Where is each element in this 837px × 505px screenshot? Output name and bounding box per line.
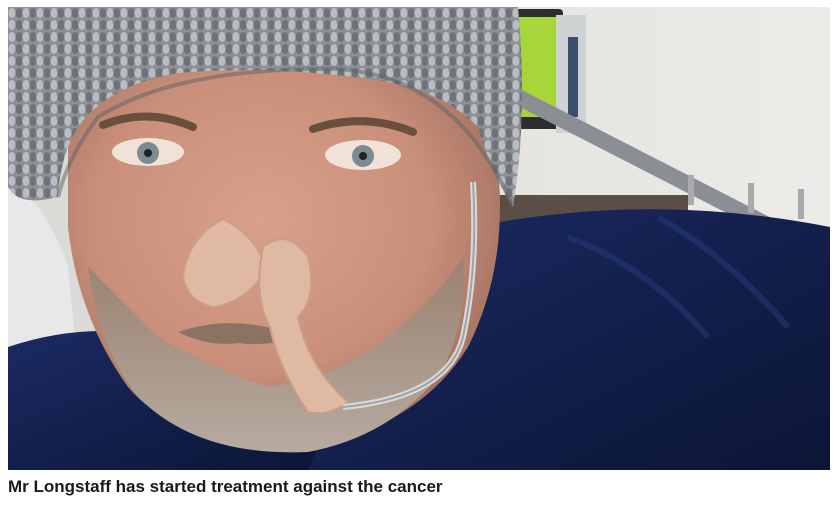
article-figure: Mr Longstaff has started treatment again… [0,0,837,505]
photo-caption: Mr Longstaff has started treatment again… [8,477,443,496]
hospital-selfie-photo [8,7,830,470]
